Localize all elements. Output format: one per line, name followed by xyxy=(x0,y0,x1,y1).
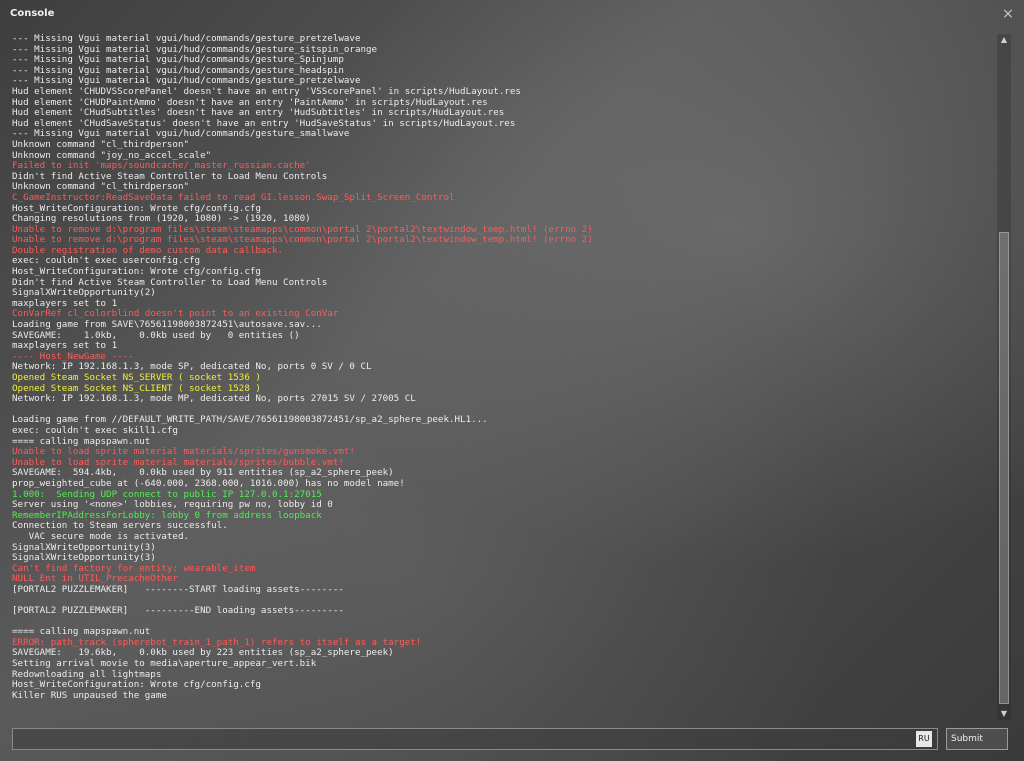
log-line: [PORTAL2 PUZZLEMAKER] --------START load… xyxy=(12,583,344,595)
language-badge: RU xyxy=(916,731,932,747)
close-icon[interactable]: × xyxy=(1000,6,1016,22)
log-line: prop_weighted_cube at (-640.000, 2368.00… xyxy=(12,477,405,489)
log-line: Hud element 'CHUDVSScorePanel' doesn't h… xyxy=(12,85,521,97)
log-line: maxplayers set to 1 xyxy=(12,340,118,352)
log-line: C_GameInstructor:ReadSaveData failed to … xyxy=(12,191,455,203)
log-line: Killer RUS unpaused the game xyxy=(12,689,167,701)
log-line: Network: IP 192.168.1.3, mode MP, dedica… xyxy=(12,393,416,405)
scrollbar[interactable]: ▲ ▼ xyxy=(997,34,1011,720)
log-line: Opened Steam Socket NS_SERVER ( socket 1… xyxy=(12,372,261,383)
log-line: [PORTAL2 PUZZLEMAKER] ---------END loadi… xyxy=(12,605,344,617)
console-log: --- Missing Vgui material vgui/hud/comma… xyxy=(12,34,996,718)
log-line: Unknown command "cl_thirdperson" xyxy=(12,138,190,150)
scroll-down-icon[interactable]: ▼ xyxy=(997,708,1011,720)
title-bar[interactable]: Console × xyxy=(0,0,1024,30)
submit-button[interactable]: Submit xyxy=(946,728,1008,750)
log-line: Didn't find Active Steam Controller to L… xyxy=(12,276,328,288)
log-line: exec: couldn't exec skill1.cfg xyxy=(12,424,178,436)
log-line: --- Missing Vgui material vgui/hud/comma… xyxy=(12,34,361,44)
command-row: RU Submit xyxy=(12,728,1008,750)
log-line: SignalXWriteOpportunity(2) xyxy=(12,287,156,299)
log-line: SAVEGAME: 1.0kb, 0.0kb used by 0 entitie… xyxy=(12,329,300,341)
log-line: SignalXWriteOpportunity(3) xyxy=(12,541,156,553)
window-title: Console xyxy=(10,8,55,19)
log-line: VAC secure mode is activated. xyxy=(12,530,190,542)
console-window: Console × --- Missing Vgui material vgui… xyxy=(0,0,1024,761)
scroll-up-icon[interactable]: ▲ xyxy=(997,34,1011,46)
scroll-thumb[interactable] xyxy=(999,232,1009,704)
command-input[interactable] xyxy=(12,728,938,750)
